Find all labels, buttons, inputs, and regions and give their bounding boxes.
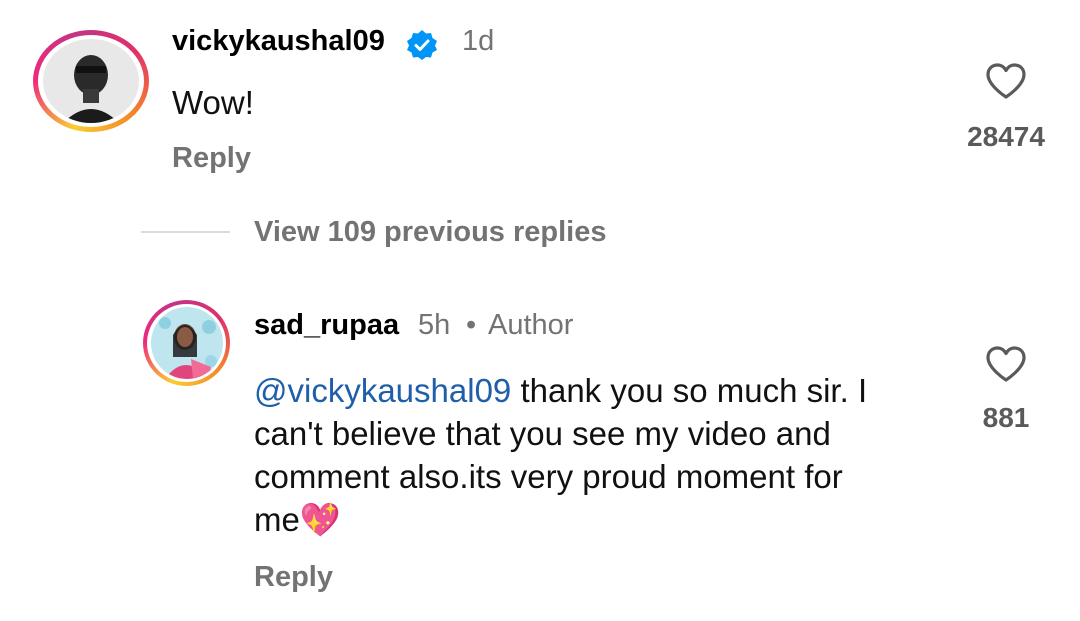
avatar-sad-rupaa[interactable]: [143, 300, 230, 386]
reply-text-line-1: @vickykaushal09 thank you so much sir. I: [254, 372, 868, 409]
like-count: 28474: [967, 121, 1045, 152]
reply-timestamp: 5h: [418, 309, 451, 341]
reply-button[interactable]: Reply: [172, 142, 251, 175]
reply-text-line-2: can't believe that you see my video and: [254, 415, 831, 452]
verified-badge-icon: [406, 29, 438, 66]
comment-timestamp: 1d: [462, 25, 495, 57]
avatar-photo: [43, 39, 139, 123]
heart-outline-icon[interactable]: [985, 345, 1027, 388]
sparkling-heart-emoji: 💖: [299, 501, 341, 538]
view-previous-replies-button[interactable]: View 109 previous replies: [254, 216, 607, 249]
heart-outline-icon[interactable]: [985, 62, 1027, 105]
like-count: 881: [982, 402, 1030, 433]
avatar-photo: [150, 307, 223, 379]
reply-username[interactable]: sad_rupaa: [254, 309, 399, 342]
reply-button[interactable]: Reply: [254, 561, 333, 594]
reply-text: @vickykaushal09 thank you so much sir. I…: [254, 369, 954, 541]
author-badge: Author: [488, 309, 574, 341]
replies-divider: [141, 231, 230, 233]
comment-text: Wow!: [172, 84, 254, 121]
reply-text-line-3: comment also.its very proud moment for: [254, 458, 843, 495]
mention-link[interactable]: @vickykaushal09: [254, 372, 511, 409]
avatar-vickykaushal09[interactable]: [33, 30, 149, 132]
reply-text-line-4: me💖: [254, 501, 341, 538]
comment-username[interactable]: vickykaushal09: [172, 25, 385, 58]
meta-separator: •: [466, 309, 477, 341]
